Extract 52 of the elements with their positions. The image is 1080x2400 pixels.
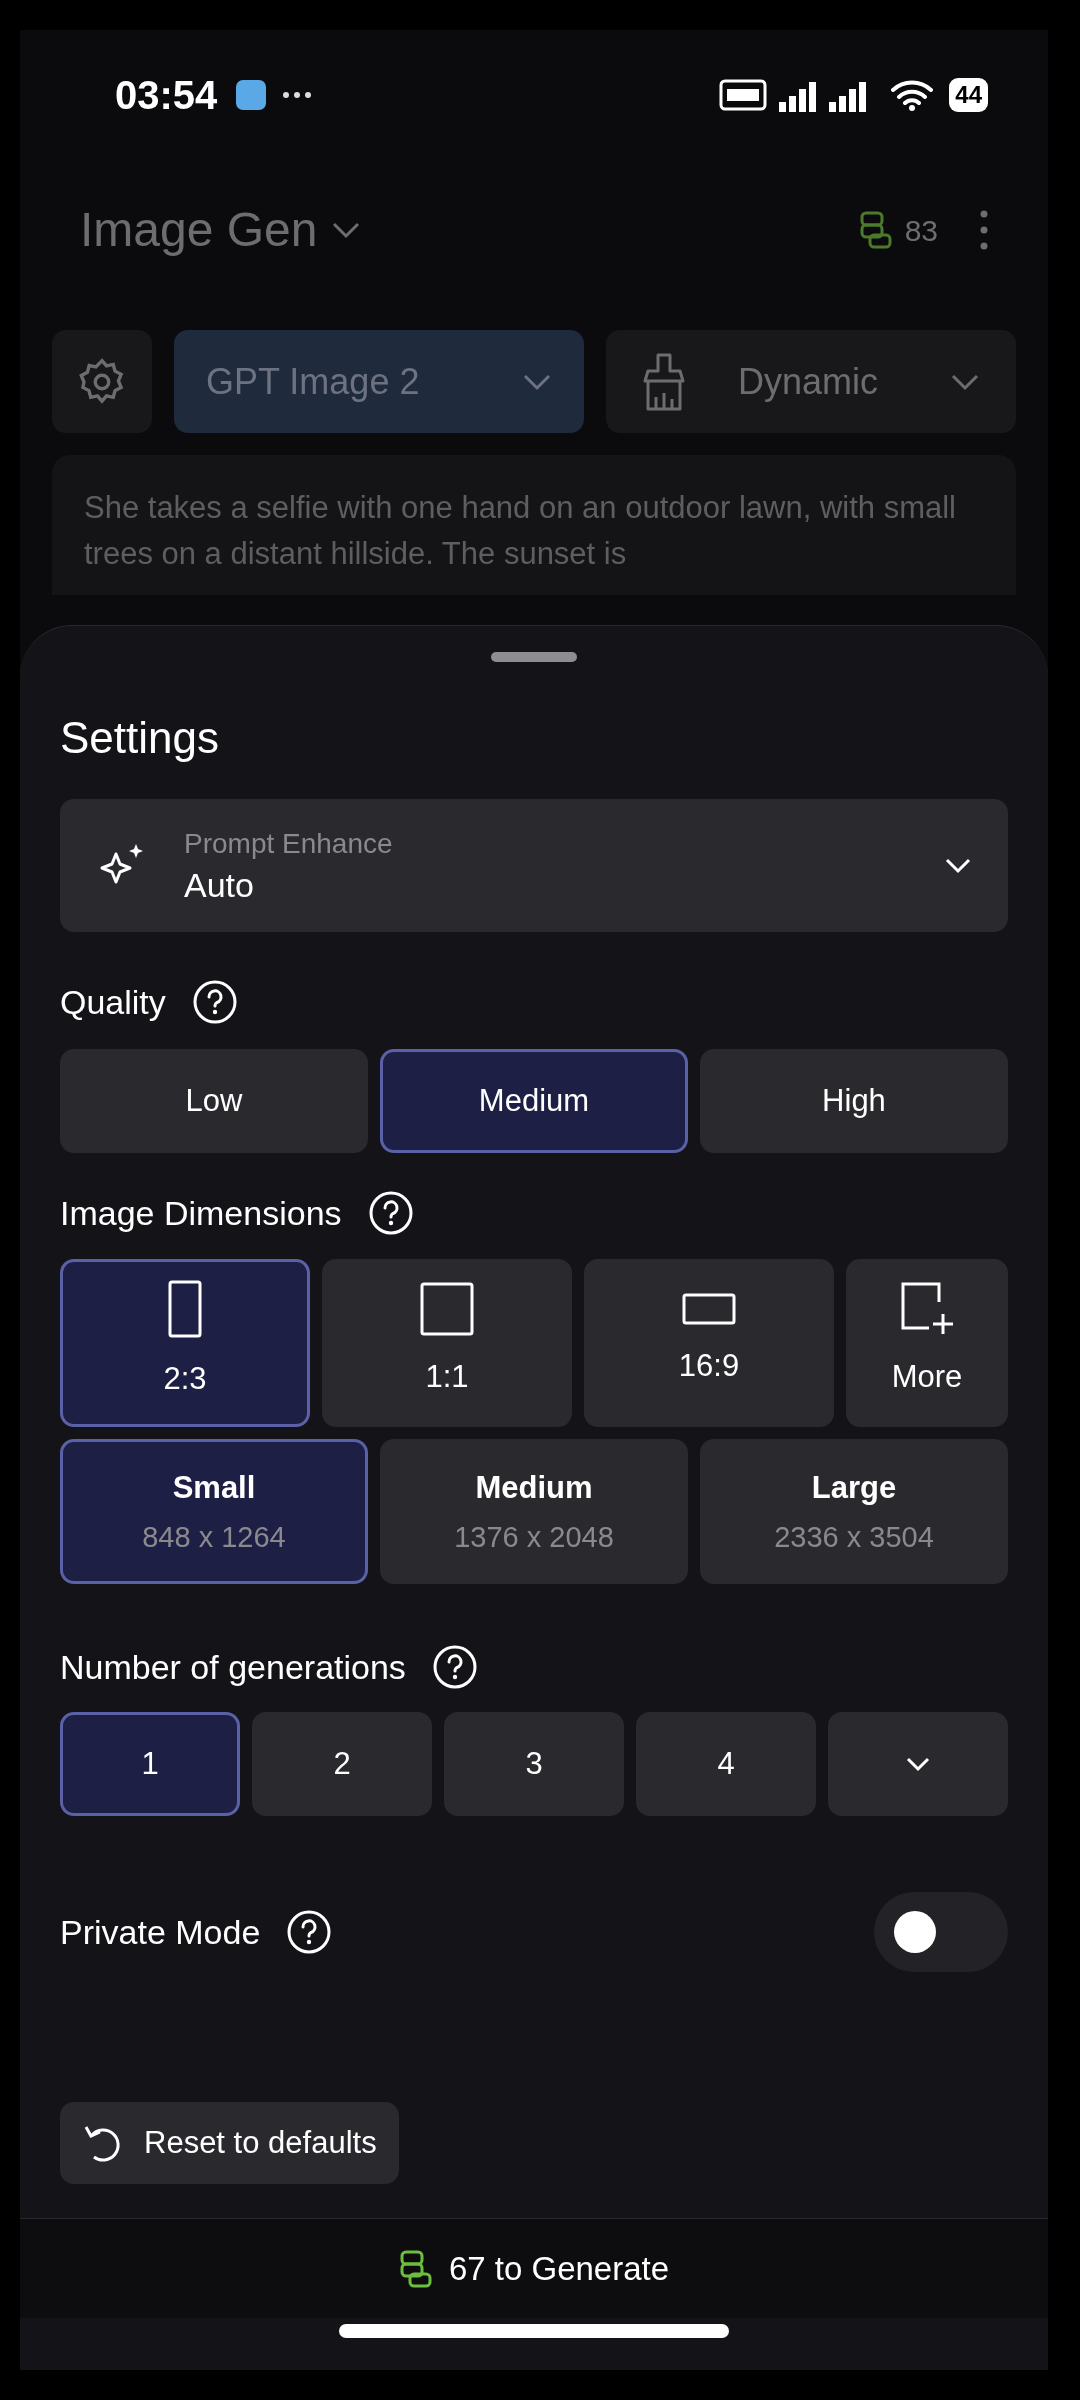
size-option[interactable]: Medium 1376 x 2048	[380, 1439, 688, 1584]
section-label: Private Mode	[60, 1911, 261, 1953]
sheet-handle[interactable]	[491, 652, 577, 662]
app-title: Image Gen	[80, 202, 318, 258]
section-label: Image Dimensions	[60, 1192, 342, 1234]
add-frame-icon	[901, 1282, 953, 1336]
chevron-down-icon	[522, 372, 552, 391]
aspect-ratio-option[interactable]: More	[846, 1259, 1008, 1427]
help-icon[interactable]	[286, 1909, 333, 1955]
landscape-frame-icon	[682, 1293, 736, 1325]
vpn-icon	[719, 79, 768, 111]
field-value: Auto	[184, 864, 255, 906]
status-time: 03:54	[115, 72, 218, 119]
paintbrush-icon	[642, 351, 686, 412]
aspect-ratio-option[interactable]: 1:1	[322, 1259, 572, 1427]
coins-icon	[858, 210, 893, 250]
generation-count-option[interactable]: 2	[252, 1712, 432, 1816]
portrait-frame-icon	[168, 1280, 202, 1338]
square-frame-icon	[420, 1282, 474, 1336]
more-options-icon[interactable]	[980, 210, 988, 250]
quality-option[interactable]: High	[700, 1049, 1008, 1153]
generation-count-option[interactable]: 4	[636, 1712, 816, 1816]
prompt-text: She takes a selfie with one hand on an outdoor lawn, with small trees on a distant hillside. The sunset is	[84, 489, 957, 573]
help-icon[interactable]	[431, 1644, 478, 1690]
generation-count-option[interactable]: 1	[60, 1712, 240, 1816]
section-label: Quality	[60, 981, 166, 1023]
settings-button[interactable]	[52, 330, 152, 433]
chevron-down-icon	[944, 856, 972, 875]
chevron-down-icon	[331, 221, 362, 239]
battery-indicator: 44	[949, 78, 988, 112]
quality-option[interactable]: Medium	[380, 1049, 688, 1153]
section-label: Number of generations	[60, 1646, 406, 1688]
field-label: Prompt Enhance	[184, 826, 394, 861]
aspect-ratio-option[interactable]: 16:9	[584, 1259, 834, 1427]
coins-icon	[398, 2248, 433, 2289]
help-icon[interactable]	[191, 979, 238, 1025]
credit-count: 83	[904, 212, 938, 249]
size-option[interactable]: Small 848 x 1264	[60, 1439, 368, 1584]
aspect-ratio-option[interactable]: 2:3	[60, 1259, 310, 1427]
more-notifications-icon	[283, 92, 312, 98]
app-notification-icon	[235, 79, 268, 111]
generation-count-option[interactable]: 3	[444, 1712, 624, 1816]
reset-button[interactable]: Reset to defaults	[60, 2102, 399, 2184]
help-icon[interactable]	[367, 1190, 414, 1236]
chevron-down-icon	[950, 372, 980, 391]
size-option[interactable]: Large 2336 x 3504	[700, 1439, 1008, 1584]
prompt-enhance-dropdown[interactable]: Prompt Enhance Auto	[60, 799, 1008, 932]
chevron-down-icon	[905, 1756, 931, 1772]
sheet-title: Settings	[60, 712, 220, 764]
quality-option[interactable]: Low	[60, 1049, 368, 1153]
wifi-icon	[891, 79, 934, 111]
generate-button[interactable]: 67 to Generate	[398, 2243, 670, 2294]
